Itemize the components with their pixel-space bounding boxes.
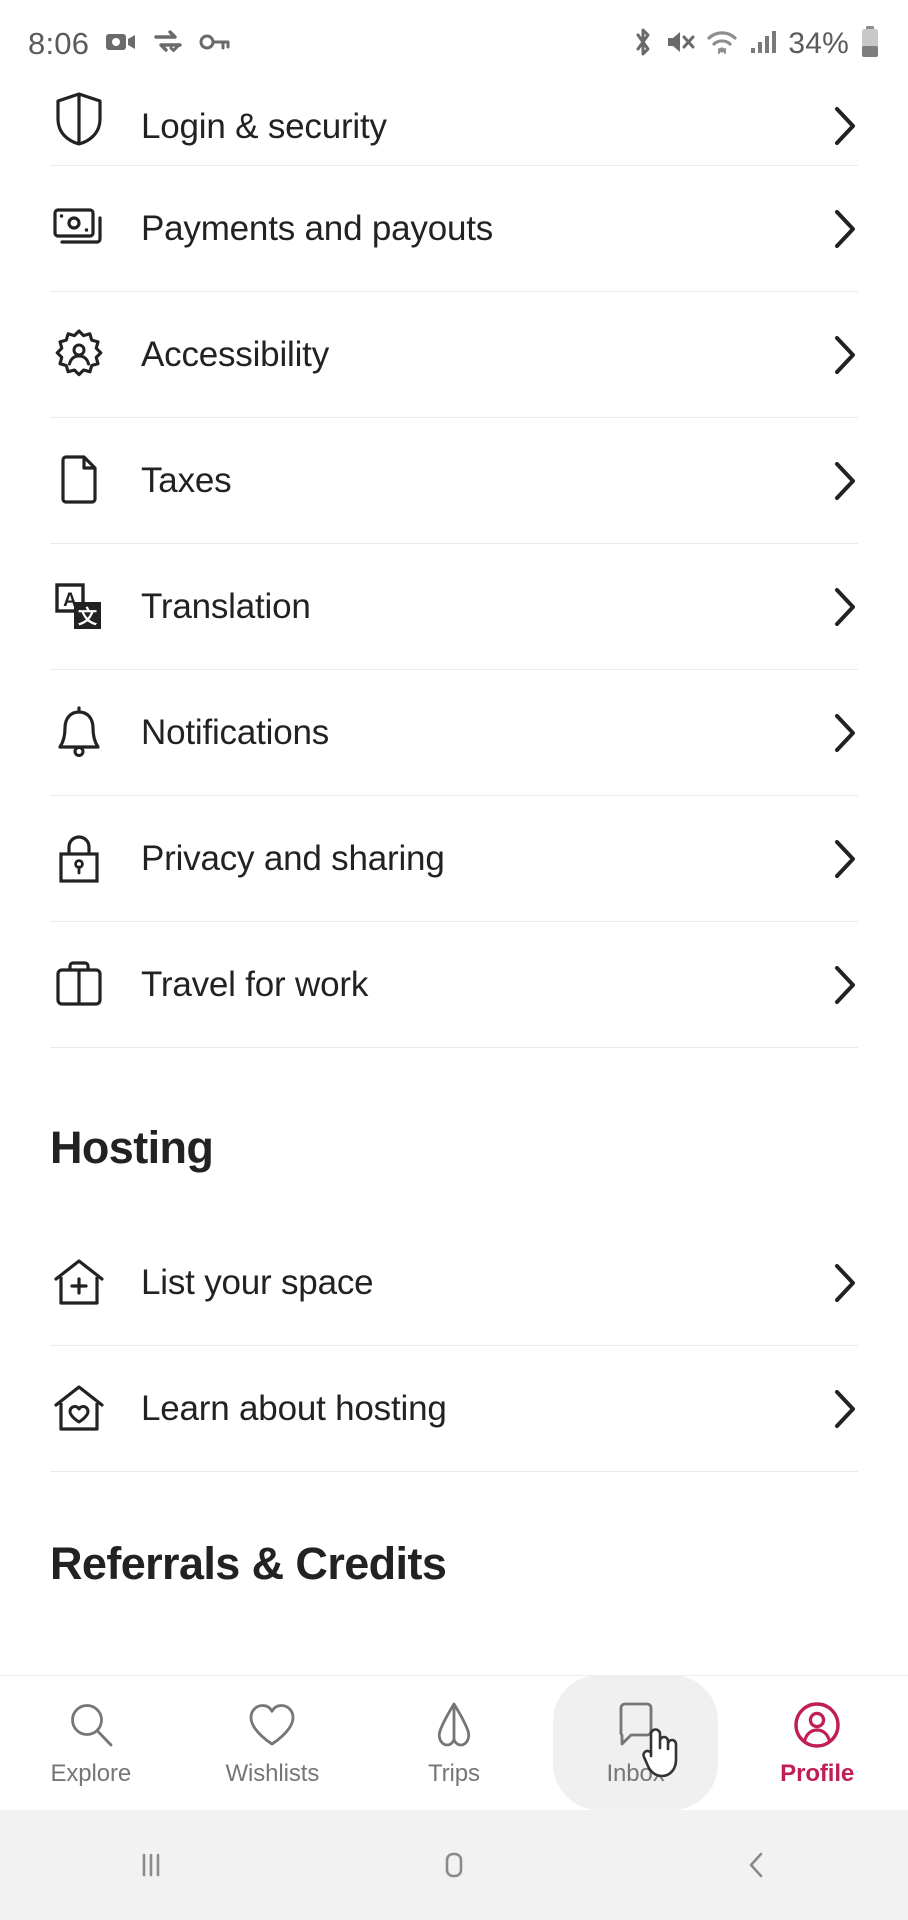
- svg-text:文: 文: [78, 605, 98, 628]
- tab-trips[interactable]: Trips: [363, 1676, 545, 1810]
- tab-label: Profile: [780, 1759, 855, 1787]
- banknotes-icon: [50, 206, 108, 252]
- user-circle-icon: [792, 1699, 842, 1751]
- tab-wishlists[interactable]: Wishlists: [182, 1676, 364, 1810]
- settings-row-learn-about-hosting[interactable]: Learn about hosting: [50, 1346, 858, 1472]
- cellular-signal-icon: [749, 29, 777, 60]
- settings-row-label: Translation: [141, 586, 311, 626]
- home-icon[interactable]: [303, 1847, 606, 1883]
- tab-label: Wishlists: [225, 1759, 320, 1787]
- android-navigation-bar: [0, 1810, 908, 1920]
- status-bar-left: 8:06: [28, 26, 231, 62]
- status-bar: 8:06 34%: [0, 0, 908, 88]
- chevron-right-icon: [828, 105, 858, 147]
- bottom-tab-bar: Explore Wishlists Trips Inbox Profile: [0, 1675, 908, 1810]
- chevron-right-icon: [828, 964, 858, 1006]
- wifi-icon: [706, 29, 738, 60]
- settings-row-label: Travel for work: [141, 964, 369, 1004]
- tab-label: Trips: [428, 1759, 480, 1787]
- airbnb-bellhop-icon: [431, 1699, 477, 1751]
- settings-row-accessibility[interactable]: Accessibility: [50, 292, 858, 418]
- tab-inbox[interactable]: Inbox: [545, 1675, 727, 1810]
- settings-row-payments-and-payouts[interactable]: Payments and payouts: [50, 166, 858, 292]
- gear-person-icon: [50, 328, 108, 382]
- key-icon: [199, 32, 231, 57]
- cursor-pointer-icon: [639, 1722, 683, 1785]
- lock-icon: [50, 832, 108, 886]
- chevron-right-icon: [828, 208, 858, 250]
- battery-percent-label: 34%: [788, 27, 849, 60]
- settings-row-taxes[interactable]: Taxes: [50, 418, 858, 544]
- search-icon: [66, 1699, 116, 1751]
- recents-icon[interactable]: [0, 1847, 303, 1883]
- chevron-right-icon: [828, 712, 858, 754]
- tab-explore[interactable]: Explore: [0, 1676, 182, 1810]
- bluetooth-icon: [632, 27, 654, 62]
- settings-row-label: Accessibility: [141, 334, 330, 374]
- bell-icon: [50, 705, 108, 760]
- chevron-right-icon: [828, 1388, 858, 1430]
- battery-icon: [860, 25, 880, 63]
- status-bar-right: 34%: [632, 25, 880, 63]
- settings-row-label: List your space: [141, 1262, 374, 1302]
- settings-row-label: Notifications: [141, 712, 330, 752]
- settings-row-travel-for-work[interactable]: Travel for work: [50, 922, 858, 1048]
- house-heart-icon: [50, 1383, 108, 1435]
- mute-icon: [665, 28, 695, 61]
- chevron-right-icon: [828, 586, 858, 628]
- house-plus-icon: [50, 1257, 108, 1309]
- status-bar-clock: 8:06: [28, 26, 90, 61]
- chevron-right-icon: [828, 1262, 858, 1304]
- settings-row-label: Taxes: [141, 460, 232, 500]
- chevron-right-icon: [828, 334, 858, 376]
- chevron-right-icon: [828, 460, 858, 502]
- tab-label: Explore: [50, 1759, 132, 1787]
- document-icon: [50, 454, 108, 508]
- settings-row-label: Privacy and sharing: [141, 838, 445, 878]
- section-title-hosting: Hosting: [50, 1122, 214, 1173]
- heart-icon: [247, 1699, 297, 1751]
- settings-row-label: Learn about hosting: [141, 1388, 447, 1428]
- video-camera-icon: [105, 30, 137, 59]
- tab-profile[interactable]: Profile: [726, 1676, 908, 1810]
- phone-screen: 8:06 34% Login & security Payments and p…: [0, 0, 908, 1920]
- settings-scroll-area[interactable]: Login & security Payments and payouts Ac…: [0, 88, 908, 1675]
- briefcase-icon: [50, 960, 108, 1010]
- section-title-referrals-and-credits: Referrals & Credits: [50, 1538, 447, 1589]
- chevron-right-icon: [828, 838, 858, 880]
- settings-row-list-your-space[interactable]: List your space: [50, 1220, 858, 1346]
- settings-row-privacy-and-sharing[interactable]: Privacy and sharing: [50, 796, 858, 922]
- settings-row-translation[interactable]: A文 Translation: [50, 544, 858, 670]
- translation-icon: A文: [50, 580, 108, 634]
- settings-list: Login & security Payments and payouts Ac…: [0, 88, 908, 1590]
- shield-icon: [50, 91, 108, 147]
- settings-row-notifications[interactable]: Notifications: [50, 670, 858, 796]
- settings-row-login-security[interactable]: Login & security: [50, 88, 858, 166]
- settings-row-label: Login & security: [141, 107, 387, 146]
- vpn-icon: [153, 29, 183, 60]
- settings-row-label: Payments and payouts: [141, 208, 494, 248]
- back-icon[interactable]: [605, 1847, 908, 1883]
